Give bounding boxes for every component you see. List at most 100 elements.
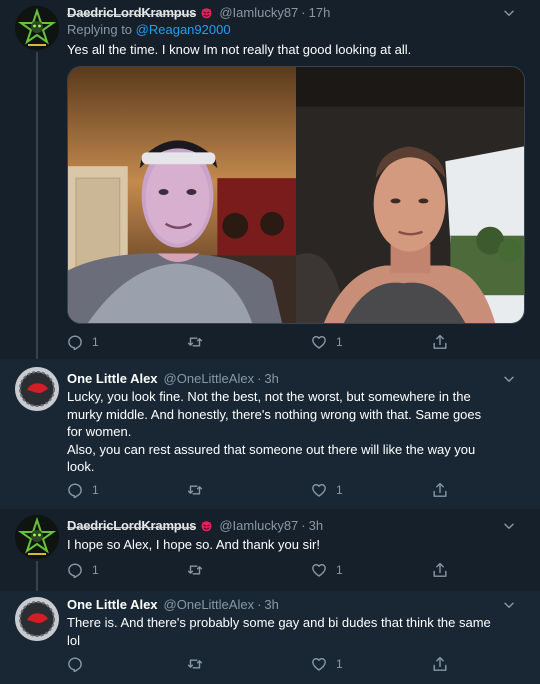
reply-count: 1 [92, 483, 99, 497]
separator-dot: · [301, 4, 306, 20]
timestamp[interactable]: 3h [264, 597, 278, 612]
like-button[interactable]: 1 [311, 655, 343, 673]
avatar[interactable] [15, 515, 59, 559]
photo-left[interactable] [68, 67, 296, 323]
tweet-header: One Little Alex @OneLittleAlex · 3h [67, 369, 526, 387]
user-handle[interactable]: @Iamlucky87 [219, 518, 298, 533]
reply-icon [68, 335, 82, 350]
tweet-text-line: look. [67, 459, 95, 474]
retweet-icon [187, 485, 203, 495]
reply-count: 1 [92, 563, 99, 577]
tweet-text-line: Also, you can rest assured that someone … [67, 441, 476, 457]
krampus-avatar-image [15, 515, 59, 559]
avatar[interactable] [15, 597, 59, 641]
thread-line [36, 561, 38, 591]
heart-icon [312, 658, 326, 671]
share-button[interactable] [432, 481, 448, 499]
replying-to-label: Replying to [67, 22, 133, 37]
tweet-actions: 1 1 [67, 481, 467, 499]
reply-button[interactable] [67, 655, 92, 673]
tweet-3[interactable]: DaedricLordKrampus @Iamlucky87 · 3h I ho… [0, 509, 540, 591]
separator-dot: · [257, 370, 262, 386]
tweet-media[interactable] [67, 66, 525, 324]
selfie-photo-right [296, 67, 524, 323]
reply-count: 1 [92, 335, 99, 349]
tweet-text: There is. And there's probably some gay … [67, 614, 527, 649]
retweet-button[interactable] [187, 655, 212, 673]
timestamp[interactable]: 3h [309, 518, 323, 533]
retweet-icon [187, 565, 203, 575]
devil-emoji-icon [201, 7, 213, 19]
chevron-down-icon[interactable] [502, 598, 516, 612]
photo-right[interactable] [296, 67, 524, 323]
chevron-down-icon[interactable] [502, 372, 516, 386]
share-icon [433, 334, 447, 349]
krampus-avatar-image [15, 6, 59, 50]
tweet-text-line: for women. [67, 424, 132, 439]
tweet-text: Yes all the time. I know Im not really t… [67, 42, 412, 57]
retweet-icon [187, 659, 203, 669]
share-button[interactable] [432, 561, 448, 579]
tweet-header: DaedricLordKrampus @Iamlucky87 · 3h [67, 516, 526, 534]
share-icon [433, 656, 447, 671]
like-button[interactable]: 1 [311, 333, 343, 351]
display-name[interactable]: DaedricLordKrampus [67, 5, 197, 20]
separator-dot: · [301, 517, 306, 533]
display-name[interactable]: DaedricLordKrampus [67, 518, 197, 533]
share-button[interactable] [432, 655, 448, 673]
avatar[interactable] [15, 6, 59, 50]
chevron-down-icon[interactable] [502, 6, 516, 20]
user-handle[interactable]: @OneLittleAlex [164, 597, 255, 612]
tweet-actions: 1 1 [67, 561, 467, 579]
replying-to-link[interactable]: @Reagan92000 [136, 22, 231, 37]
devil-emoji-icon [201, 520, 213, 532]
tweet-text-line: There is. And there's probably some gay … [67, 615, 491, 630]
tweet-header: DaedricLordKrampus @Iamlucky87 · 17h [67, 3, 526, 21]
display-name[interactable]: One Little Alex [67, 597, 158, 612]
chevron-down-icon[interactable] [502, 519, 516, 533]
reply-icon [68, 563, 82, 578]
like-button[interactable]: 1 [311, 481, 343, 499]
reply-icon [68, 657, 82, 672]
like-count: 1 [336, 657, 343, 671]
heart-icon [312, 564, 326, 577]
share-icon [433, 482, 447, 497]
replying-to-line: Replying to @Reagan92000 [67, 22, 231, 37]
reply-icon [68, 483, 82, 498]
timestamp[interactable]: 3h [264, 371, 278, 386]
tweet-header: One Little Alex @OneLittleAlex · 3h [67, 595, 526, 613]
tweet-text-line: lol [67, 632, 81, 648]
reply-button[interactable]: 1 [67, 333, 99, 351]
retweet-button[interactable] [187, 333, 212, 351]
tweet-4[interactable]: One Little Alex @OneLittleAlex · 3h Ther… [0, 591, 540, 684]
reply-button[interactable]: 1 [67, 481, 99, 499]
retweet-button[interactable] [187, 481, 212, 499]
selfie-photo-left [68, 67, 296, 323]
avatar[interactable] [15, 367, 59, 411]
tweet-text-line: Lucky, you look fine. Not the best, not … [67, 389, 471, 404]
retweet-button[interactable] [187, 561, 212, 579]
user-handle[interactable]: @OneLittleAlex [164, 371, 255, 386]
tweet-text: I hope so Alex, I hope so. And thank you… [67, 537, 320, 552]
retweet-icon [187, 337, 203, 347]
tweet-text: Lucky, you look fine. Not the best, not … [67, 388, 527, 476]
display-name[interactable]: One Little Alex [67, 371, 158, 386]
heart-icon [312, 336, 326, 349]
tweet-1[interactable]: DaedricLordKrampus @Iamlucky87 · 17h Rep… [0, 0, 540, 359]
tweet-actions: 1 1 [67, 333, 467, 351]
separator-dot: · [257, 596, 262, 612]
alex-avatar-image [15, 367, 59, 411]
tweet-actions: 1 [67, 655, 467, 673]
tweet-text-line: murky middle. And honestly, there's noth… [67, 406, 482, 422]
heart-icon [312, 484, 326, 497]
alex-avatar-image [15, 597, 59, 641]
like-count: 1 [336, 563, 343, 577]
timestamp[interactable]: 17h [309, 5, 331, 20]
share-button[interactable] [432, 333, 448, 351]
user-handle[interactable]: @Iamlucky87 [219, 5, 298, 20]
reply-button[interactable]: 1 [67, 561, 99, 579]
share-icon [433, 562, 447, 577]
like-count: 1 [336, 483, 343, 497]
tweet-2[interactable]: One Little Alex @OneLittleAlex · 3h Luck… [0, 359, 540, 509]
like-button[interactable]: 1 [311, 561, 343, 579]
